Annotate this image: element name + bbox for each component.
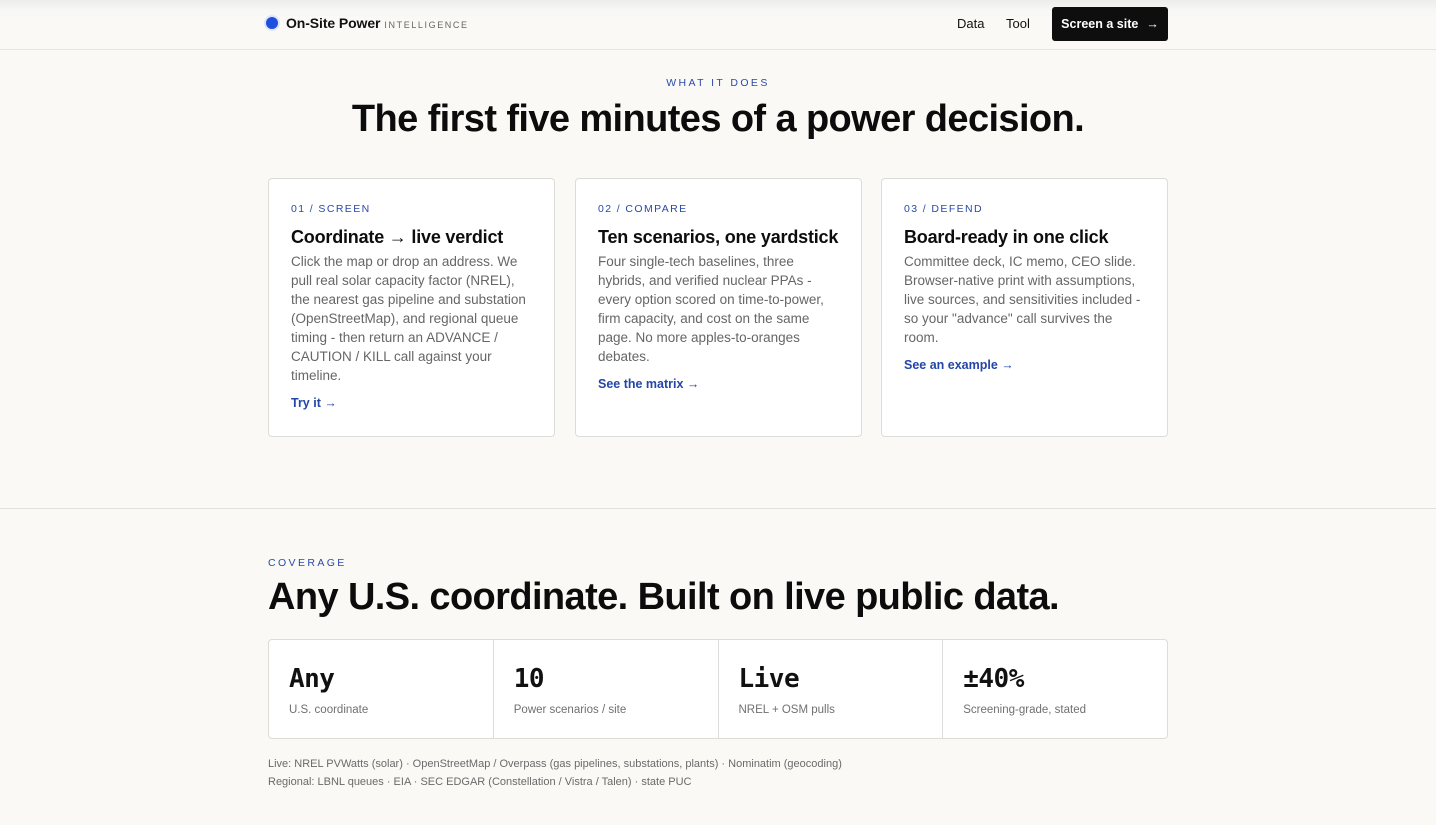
- nav-link-tool[interactable]: Tool: [1006, 16, 1030, 31]
- arrow-right-icon: →: [1146, 17, 1159, 31]
- section-eyebrow-coverage: COVERAGE: [268, 557, 347, 569]
- feature-card-defend: 03 / DEFEND Board-ready in one click Com…: [881, 178, 1168, 437]
- section-heading-coverage: Any U.S. coordinate. Built on live publi…: [268, 576, 1060, 618]
- stat-accuracy: ±40% Screening-grade, stated: [943, 640, 1167, 738]
- sources-live: Live: NREL PVWatts (solar) · OpenStreetM…: [268, 758, 842, 770]
- brand-logo[interactable]: On-Site Power INTELLIGENCE: [266, 15, 469, 31]
- sources-regional: Regional: LBNL queues · EIA · SEC EDGAR …: [268, 776, 692, 788]
- brand-name: On-Site Power: [286, 15, 381, 31]
- data-sources: Live: NREL PVWatts (solar) · OpenStreetM…: [268, 755, 842, 791]
- stat-coordinate: Any U.S. coordinate: [269, 640, 494, 738]
- stat-label: Screening-grade, stated: [963, 704, 1086, 716]
- try-it-link[interactable]: Try it →: [291, 396, 337, 410]
- stat-live-data: Live NREL + OSM pulls: [719, 640, 944, 738]
- card-title: Board-ready in one click: [904, 227, 1109, 247]
- feature-card-compare: 02 / COMPARE Ten scenarios, one yardstic…: [575, 178, 862, 437]
- brand-tagline: INTELLIGENCE: [384, 19, 469, 30]
- coverage-stats: Any U.S. coordinate 10 Power scenarios /…: [268, 639, 1168, 739]
- card-title: Coordinate → live verdict: [291, 227, 504, 247]
- stat-value: 10: [513, 664, 545, 694]
- card-step: 02 / COMPARE: [598, 203, 688, 215]
- feature-card-screen: 01 / SCREEN Coordinate → live verdict Cl…: [268, 178, 555, 437]
- top-nav: On-Site Power INTELLIGENCE Data Tool Scr…: [0, 0, 1436, 50]
- screen-a-site-button[interactable]: Screen a site →: [1052, 7, 1168, 41]
- nav-link-data[interactable]: Data: [957, 16, 984, 31]
- card-body: Click the map or drop an address. We pul…: [291, 254, 526, 383]
- stat-value: Any: [289, 664, 335, 694]
- screen-a-site-label: Screen a site: [1061, 17, 1139, 31]
- section-divider: [0, 508, 1436, 509]
- see-the-matrix-link[interactable]: See the matrix →: [598, 377, 699, 391]
- card-body: Committee deck, IC memo, CEO slide. Brow…: [904, 254, 1141, 345]
- section-eyebrow-what: WHAT IT DOES: [666, 77, 770, 89]
- stat-scenarios: 10 Power scenarios / site: [494, 640, 719, 738]
- card-title: Ten scenarios, one yardstick: [598, 227, 839, 247]
- stat-label: U.S. coordinate: [289, 704, 369, 716]
- stat-value: Live: [738, 664, 800, 694]
- section-heading-what: The first five minutes of a power decisi…: [351, 98, 1085, 140]
- card-step: 03 / DEFEND: [904, 203, 983, 215]
- stat-value: ±40%: [963, 664, 1024, 694]
- see-an-example-link[interactable]: See an example →: [904, 358, 1014, 372]
- brand-dot-icon: [266, 17, 278, 29]
- stat-label: NREL + OSM pulls: [738, 704, 835, 716]
- stat-label: Power scenarios / site: [513, 704, 627, 716]
- card-step: 01 / SCREEN: [291, 203, 371, 215]
- card-body: Four single-tech baselines, three hybrid…: [598, 254, 824, 364]
